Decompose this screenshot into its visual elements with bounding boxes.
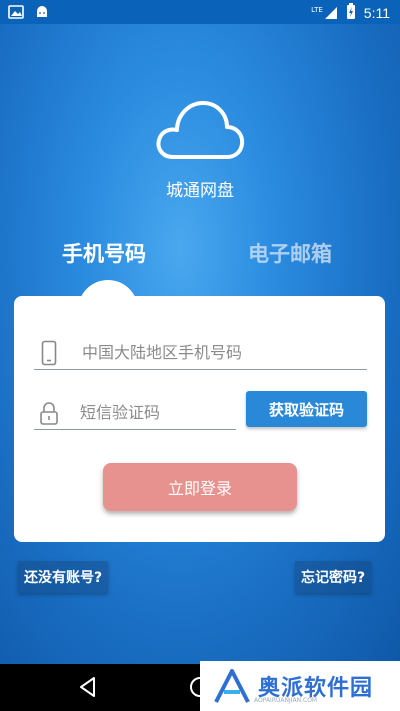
lte-signal-icon: LTE <box>311 6 338 20</box>
tab-email[interactable]: 电子邮箱 <box>248 238 332 268</box>
battery-icon <box>346 3 356 23</box>
sms-code-field-row <box>34 396 236 430</box>
forgot-password-link[interactable]: 忘记密码? <box>295 561 372 593</box>
back-icon[interactable] <box>78 676 98 702</box>
watermark: 奥派软件园 AOPAIRUANJIAN.COM <box>200 661 400 711</box>
app-name: 城通网盘 <box>166 181 234 201</box>
phone-icon <box>34 340 64 366</box>
watermark-subtext: AOPAIRUANJIAN.COM <box>254 697 318 704</box>
sms-code-input[interactable] <box>80 403 230 422</box>
status-bar: LTE 5:11 <box>0 0 400 24</box>
register-link[interactable]: 还没有账号? <box>18 561 109 593</box>
phone-field-row <box>34 336 367 370</box>
watermark-logo-icon <box>212 668 252 704</box>
cloud-logo-icon <box>155 95 245 165</box>
android-icon <box>34 4 50 24</box>
get-code-button[interactable]: 获取验证码 <box>246 391 367 427</box>
phone-input[interactable] <box>82 343 342 362</box>
photo-notification-icon <box>8 4 24 24</box>
clock: 5:11 <box>363 5 390 21</box>
login-button[interactable]: 立即登录 <box>103 463 297 511</box>
lock-icon <box>34 401 64 425</box>
network-label: LTE <box>311 6 323 14</box>
tab-phone-number[interactable]: 手机号码 <box>62 238 146 268</box>
